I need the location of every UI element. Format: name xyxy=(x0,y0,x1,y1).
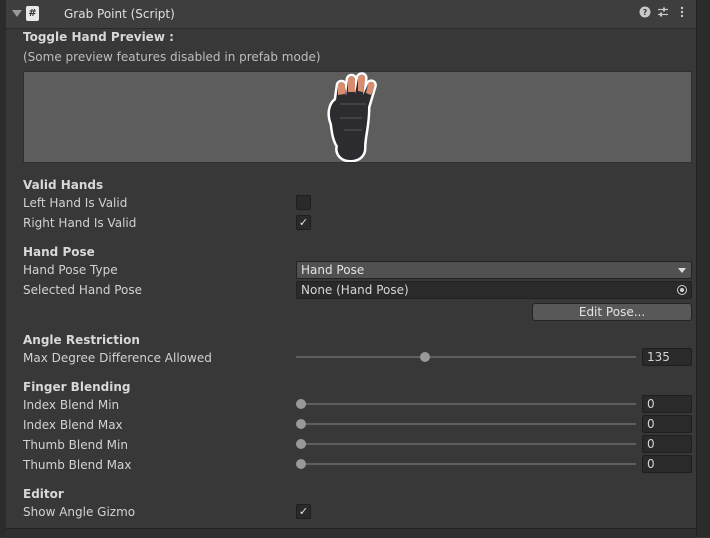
thumb-blend-min-input[interactable]: 0 xyxy=(642,435,692,453)
component-title: Grab Point (Script) xyxy=(64,7,175,21)
prefab-mode-note: (Some preview features disabled in prefa… xyxy=(23,50,321,64)
show-angle-gizmo-label: Show Angle Gizmo xyxy=(23,505,136,519)
thumb-blend-min-slider-track[interactable] xyxy=(296,443,636,445)
hand-preview-area[interactable] xyxy=(23,71,692,163)
toggle-hand-preview-label[interactable]: Toggle Hand Preview : xyxy=(23,30,174,44)
svg-text:?: ? xyxy=(643,8,648,17)
thumb-blend-min-label: Thumb Blend Min xyxy=(23,438,128,452)
left-hand-valid-label: Left Hand Is Valid xyxy=(23,196,128,210)
angle-restriction-heading: Angle Restriction xyxy=(23,333,140,347)
max-degree-input[interactable]: 135 xyxy=(642,348,692,366)
selected-hand-pose-label: Selected Hand Pose xyxy=(23,283,143,297)
index-blend-max-slider-thumb[interactable] xyxy=(296,419,306,429)
script-icon: # xyxy=(26,6,39,21)
thumb-blend-max-input[interactable]: 0 xyxy=(642,455,692,473)
selected-hand-pose-value: None (Hand Pose) xyxy=(301,283,409,297)
thumb-blend-max-slider-track[interactable] xyxy=(296,463,636,465)
thumb-blend-min-slider-thumb[interactable] xyxy=(296,439,306,449)
inspector-scrollbar[interactable] xyxy=(696,0,710,537)
finger-blending-heading: Finger Blending xyxy=(23,380,131,394)
hand-pose-type-label: Hand Pose Type xyxy=(23,263,118,277)
index-blend-max-slider-track[interactable] xyxy=(296,423,636,425)
index-blend-max-value: 0 xyxy=(647,417,655,431)
hand-pose-type-value: Hand Pose xyxy=(301,263,365,277)
edit-pose-button[interactable]: Edit Pose... xyxy=(532,303,692,321)
presets-icon[interactable] xyxy=(656,6,670,20)
hand-preview-icon xyxy=(327,72,377,163)
max-degree-value: 135 xyxy=(647,350,670,364)
object-picker-icon[interactable] xyxy=(677,285,687,295)
index-blend-min-input[interactable]: 0 xyxy=(642,395,692,413)
valid-hands-heading: Valid Hands xyxy=(23,178,104,192)
max-degree-slider-track[interactable] xyxy=(296,356,636,358)
index-blend-max-label: Index Blend Max xyxy=(23,418,123,432)
index-blend-min-value: 0 xyxy=(647,397,655,411)
thumb-blend-max-value: 0 xyxy=(647,457,655,471)
inspector-component-panel: # Grab Point (Script) ? Toggle Hand Prev… xyxy=(6,0,696,538)
component-header[interactable]: # Grab Point (Script) ? xyxy=(6,0,696,29)
hand-pose-type-dropdown[interactable]: Hand Pose xyxy=(296,261,692,279)
right-hand-valid-label: Right Hand Is Valid xyxy=(23,216,137,230)
thumb-blend-max-slider-thumb[interactable] xyxy=(296,459,306,469)
checkmark-icon: ✓ xyxy=(298,505,309,518)
index-blend-min-label: Index Blend Min xyxy=(23,398,120,412)
max-degree-slider-thumb[interactable] xyxy=(420,352,430,362)
index-blend-min-slider-thumb[interactable] xyxy=(296,399,306,409)
thumb-blend-max-label: Thumb Blend Max xyxy=(23,458,132,472)
help-icon[interactable]: ? xyxy=(638,6,652,20)
selected-hand-pose-field[interactable]: None (Hand Pose) xyxy=(296,281,692,299)
thumb-blend-min-value: 0 xyxy=(647,437,655,451)
hand-pose-heading: Hand Pose xyxy=(23,245,95,259)
editor-heading: Editor xyxy=(23,487,64,501)
index-blend-max-input[interactable]: 0 xyxy=(642,415,692,433)
max-degree-label: Max Degree Difference Allowed xyxy=(23,351,212,365)
foldout-arrow-icon[interactable] xyxy=(12,10,22,17)
show-angle-gizmo-checkbox[interactable]: ✓ xyxy=(296,504,311,519)
checkmark-icon: ✓ xyxy=(298,216,309,229)
left-hand-valid-checkbox[interactable] xyxy=(296,195,311,210)
dropdown-arrow-icon xyxy=(678,268,686,273)
more-menu-icon[interactable] xyxy=(675,6,689,20)
right-hand-valid-checkbox[interactable]: ✓ xyxy=(296,215,311,230)
index-blend-min-slider-track[interactable] xyxy=(296,403,636,405)
